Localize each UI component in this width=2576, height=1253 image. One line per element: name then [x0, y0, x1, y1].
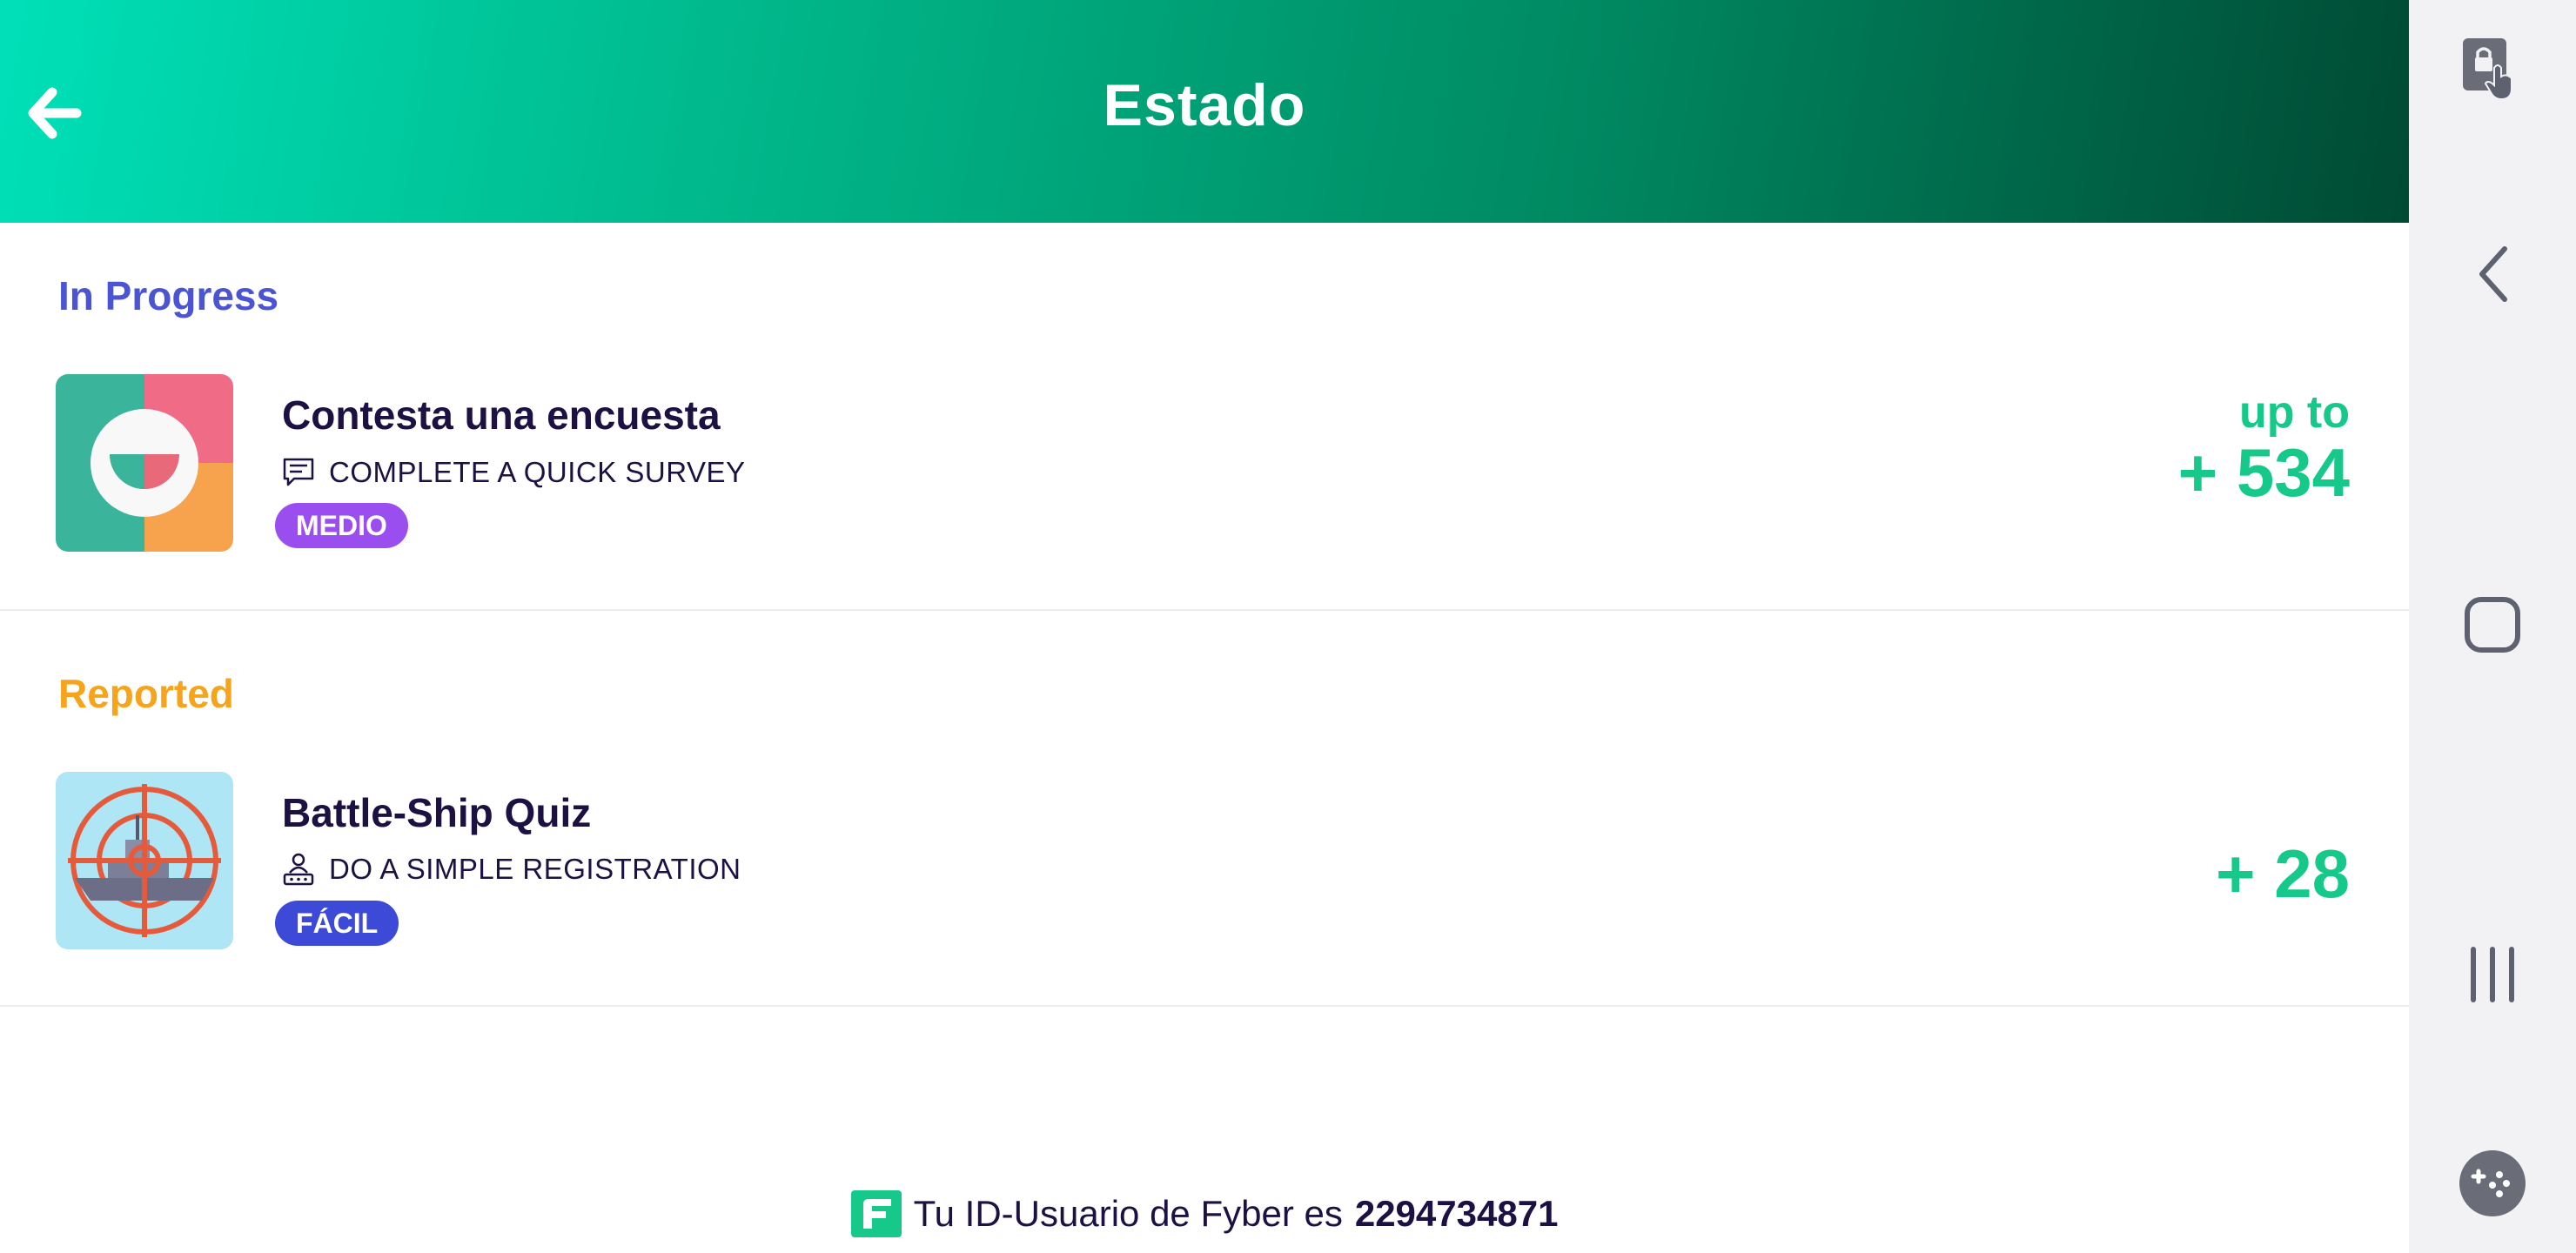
offer-description-text: DO A SIMPLE REGISTRATION — [329, 853, 741, 885]
system-home-button[interactable] — [2409, 564, 2576, 686]
battleship-app-icon — [56, 772, 233, 949]
back-chevron-icon — [2479, 246, 2507, 302]
offer-title: Contesta una encuesta — [282, 392, 721, 438]
footer-text: Tu ID-Usuario de Fyber es — [913, 1193, 1343, 1234]
offer-description: DO A SIMPLE REGISTRATION — [282, 852, 741, 887]
offer-row-battleship[interactable]: Battle-Ship Quiz DO A SIMPLE REGISTRATIO… — [0, 772, 2409, 1007]
reward-amount: + 28 — [2216, 835, 2350, 912]
reward-value: up to + 534 — [2178, 388, 2350, 508]
recent-apps-icon — [2471, 947, 2514, 1002]
game-tools-button[interactable] — [2409, 1122, 2576, 1244]
system-recents-button[interactable] — [2409, 914, 2576, 1035]
game-tools-icon — [2459, 1150, 2526, 1216]
page-title: Estado — [1103, 72, 1306, 138]
home-square-icon — [2465, 597, 2520, 653]
offer-description: COMPLETE A QUICK SURVEY — [282, 456, 746, 489]
lock-touch-icon — [2463, 38, 2512, 101]
reward-prefix: up to — [2238, 387, 2350, 438]
header-bar: Estado — [0, 0, 2409, 223]
lock-touch-button[interactable] — [2409, 9, 2576, 131]
difficulty-badge: FÁCIL — [275, 901, 399, 946]
user-id-value: 2294734871 — [1354, 1193, 1559, 1234]
registration-icon — [283, 853, 314, 886]
system-back-button[interactable] — [2409, 213, 2576, 335]
reward-value: + 28 — [2216, 838, 2350, 909]
reward-amount: + 534 — [2177, 434, 2350, 511]
section-title-reported: Reported — [58, 671, 234, 716]
offer-row-survey[interactable]: Contesta una encuesta COMPLETE A QUICK S… — [0, 374, 2409, 611]
battleship-offer-thumbnail — [56, 772, 233, 949]
offer-description-text: COMPLETE A QUICK SURVEY — [329, 456, 746, 488]
survey-app-icon — [56, 374, 233, 552]
survey-offer-thumbnail — [56, 374, 233, 552]
user-id-footer: Tu ID-Usuario de Fyber es 2294734871 — [0, 1183, 2409, 1244]
offer-title: Battle-Ship Quiz — [282, 790, 592, 835]
survey-icon — [283, 458, 314, 486]
section-title-in-progress: In Progress — [58, 273, 279, 318]
app-screen: Estado In Progress Contesta una encuesta… — [0, 0, 2409, 1253]
difficulty-badge: MEDIO — [275, 503, 408, 548]
system-nav-bar — [2409, 0, 2576, 1253]
fyber-logo-icon — [850, 1190, 902, 1237]
